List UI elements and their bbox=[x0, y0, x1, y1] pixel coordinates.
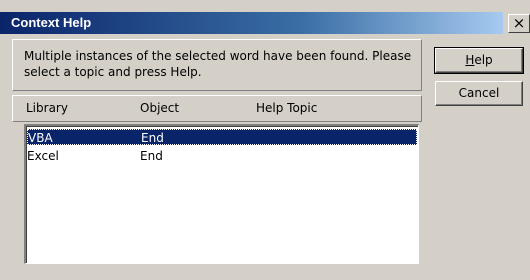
list-item[interactable]: Excel End bbox=[27, 148, 417, 164]
list-item-object: End bbox=[141, 131, 164, 145]
list-item-library: Excel bbox=[27, 149, 59, 163]
list-item[interactable]: VBA End bbox=[27, 129, 417, 145]
help-mnemonic: H bbox=[465, 53, 475, 67]
close-icon: × bbox=[512, 14, 526, 32]
title-bar[interactable]: Context Help × bbox=[0, 0, 530, 35]
window-title: Context Help bbox=[11, 15, 92, 30]
close-button[interactable]: × bbox=[508, 14, 530, 33]
list-header bbox=[12, 95, 422, 122]
column-header-help-topic: Help Topic bbox=[256, 101, 318, 115]
cancel-button[interactable]: Cancel bbox=[435, 81, 523, 106]
list-item-library: VBA bbox=[28, 131, 53, 145]
help-button[interactable]: Help bbox=[434, 47, 524, 74]
list-item-object: End bbox=[140, 149, 163, 163]
instruction-message: Multiple instances of the selected word … bbox=[24, 49, 412, 79]
column-header-object: Object bbox=[140, 101, 180, 115]
column-header-library: Library bbox=[26, 101, 68, 115]
topic-listbox[interactable]: VBA End Excel End bbox=[24, 124, 419, 264]
help-label-rest: elp bbox=[474, 53, 493, 67]
